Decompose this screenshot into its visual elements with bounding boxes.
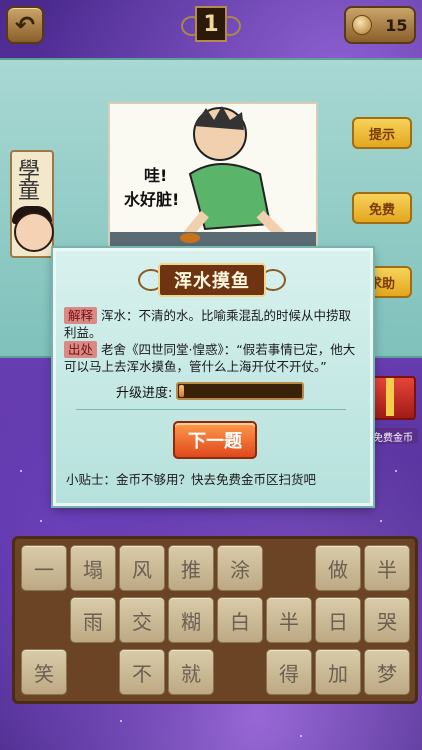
key-1-3[interactable]: 糊 [168,597,214,643]
idiom-title: 浑水摸鱼 [158,263,266,297]
speech-line-2: 水好脏! [124,190,180,209]
upgrade-progress: 升级进度: [116,381,305,401]
key-1-1[interactable]: 雨 [70,597,116,643]
boy-illustration [110,106,316,250]
speech-line-1: 哇! [144,166,168,185]
source: 出处 老舍《四世同堂·惶惑》：“假若事情已定，他大可以马上去浑水摸鱼，管什么上海开… [64,341,360,375]
key-1-6[interactable]: 日 [315,597,361,643]
level-indicator: 1 [181,6,241,42]
coin-count: 15 [385,15,408,35]
key-2-5[interactable]: 得 [266,649,312,695]
key-1-4[interactable]: 白 [217,597,263,643]
key-0-3[interactable]: 推 [168,545,214,591]
key-1-2[interactable]: 交 [119,597,165,643]
explanation-tag: 解释 [64,307,98,324]
free-button[interactable]: 免费 [352,192,412,224]
key-2-6[interactable]: 加 [315,649,361,695]
source-text: 老舍《四世同堂·惶惑》：“假若事情已定，他大可以马上去浑水摸鱼，管什么上海开仗不… [64,342,356,374]
tip-text: 小贴士：金币不够用？快去免费金币区扫货吧 [66,472,317,487]
key-0-2[interactable]: 风 [119,545,165,591]
back-button[interactable]: ↶ [6,6,44,44]
banner-text: 學童 [18,159,41,204]
back-arrow-icon: ↶ [14,11,36,39]
next-question-button[interactable]: 下一题 [173,421,257,459]
hint-button[interactable]: 提示 [352,117,412,149]
answer-dialog: 浑水摸鱼 解释 浑水：不清的水。比喻乘混乱的时候从中捞取利益。 出处 老舍《四世同堂… [53,248,373,506]
coin-counter[interactable]: 15 [344,6,416,44]
key-1-7[interactable]: 哭 [364,597,410,643]
key-1-5[interactable]: 半 [266,597,312,643]
key-2-7[interactable]: 梦 [364,649,410,695]
puzzle-picture: 哇! 水好脏! [108,102,318,252]
key-0-4[interactable]: 涂 [217,545,263,591]
progress-fill [179,385,185,397]
character-avatar [14,212,54,252]
explanation: 解释 浑水：不清的水。比喻乘混乱的时候从中捞取利益。 [64,307,360,341]
key-2-2[interactable]: 不 [119,649,165,695]
divider [76,409,346,410]
progress-track [176,382,305,400]
character-keyboard: 一塌风推涂做半雨交糊白半日哭笑不就得加梦 [12,536,418,704]
progress-label: 升级进度: [116,385,173,401]
key-0-0[interactable]: 一 [21,545,67,591]
level-number: 1 [195,6,227,42]
coin-icon [352,15,373,35]
free-coins-label[interactable]: 免费金币 [368,428,418,444]
explanation-text: 浑水：不清的水。比喻乘混乱的时候从中捞取利益。 [64,308,352,340]
key-2-3[interactable]: 就 [168,649,214,695]
source-tag: 出处 [64,341,98,358]
gift-box-icon[interactable] [366,376,416,420]
key-0-7[interactable]: 半 [364,545,410,591]
key-2-0[interactable]: 笑 [21,649,67,695]
key-0-6[interactable]: 做 [315,545,361,591]
dialog-title-frame: 浑水摸鱼 [138,263,286,297]
key-0-1[interactable]: 塌 [70,545,116,591]
